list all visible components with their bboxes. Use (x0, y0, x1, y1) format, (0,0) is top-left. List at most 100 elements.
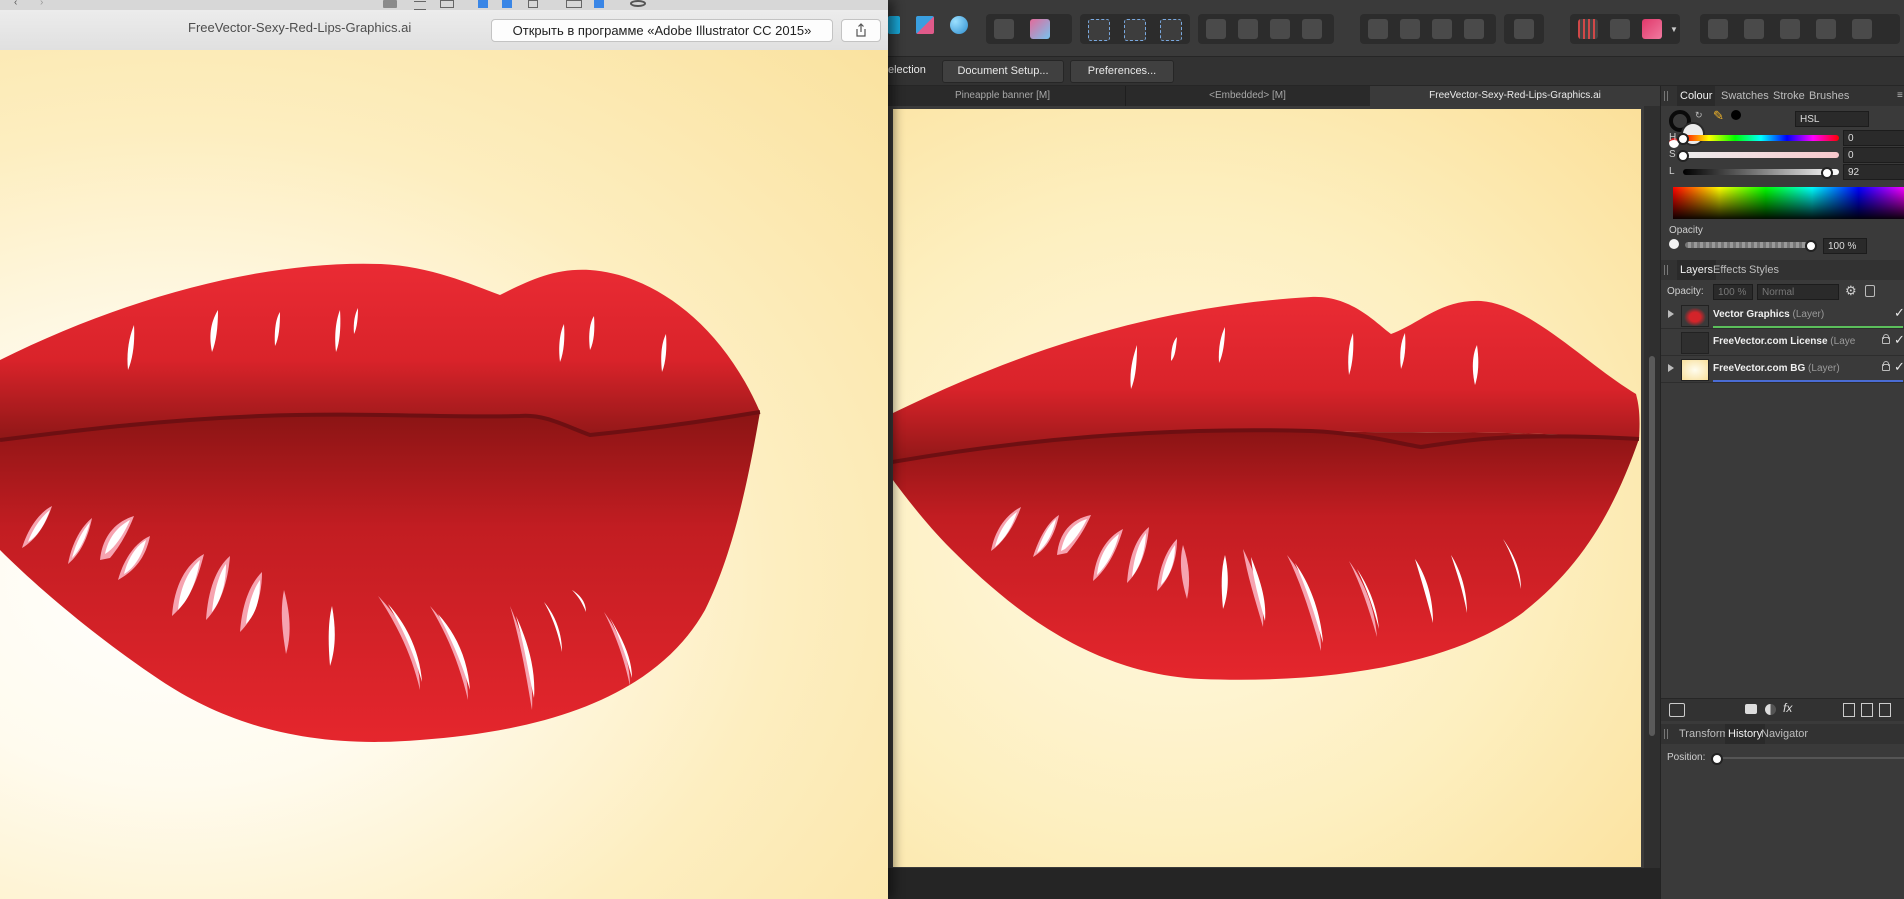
colour-mode-select[interactable]: HSL (1795, 111, 1869, 127)
rotate-left-icon[interactable] (1432, 19, 1452, 39)
saturation-slider-knob[interactable] (1677, 150, 1689, 162)
arrange-forward-icon[interactable] (1270, 19, 1290, 39)
add-pixel-layer-icon[interactable] (1861, 703, 1873, 717)
arrange-backward-icon[interactable] (1238, 19, 1258, 39)
view-columns-icon[interactable] (440, 0, 454, 8)
arrange-front-icon[interactable] (1302, 19, 1322, 39)
layer-row-license[interactable]: FreeVector.com License (Laye ✓ (1661, 329, 1904, 356)
history-position-knob[interactable] (1711, 753, 1723, 765)
add-layer-icon[interactable] (1843, 703, 1855, 717)
visibility-check-icon[interactable]: ✓ (1894, 359, 1904, 375)
scrollbar-thumb[interactable] (1649, 356, 1655, 736)
panel-menu-icon[interactable]: ≡ (1897, 90, 1903, 101)
visibility-check-icon[interactable]: ✓ (1894, 305, 1904, 321)
layers-stack-icon[interactable] (1669, 703, 1685, 717)
boolean-xor-icon[interactable] (1816, 19, 1836, 39)
lightness-value[interactable]: 92 (1843, 164, 1904, 180)
tab-styles[interactable]: Styles (1749, 260, 1779, 280)
pixel-persona-icon[interactable] (916, 16, 934, 34)
tab-swatches[interactable]: Swatches (1721, 86, 1769, 106)
view-icon-grid[interactable] (383, 0, 397, 8)
hue-slider[interactable] (1683, 135, 1839, 141)
magnet-icon[interactable] (1642, 19, 1662, 39)
export-persona-icon[interactable] (950, 16, 968, 34)
boolean-subtract-icon[interactable] (1744, 19, 1764, 39)
panel-grip-icon[interactable] (1664, 265, 1668, 275)
document-setup-button[interactable]: Document Setup... (942, 60, 1064, 83)
back-chevron-icon[interactable]: ‹ (14, 0, 17, 8)
share-button[interactable] (841, 19, 881, 42)
colour-spectrum[interactable] (1673, 187, 1904, 219)
select-inside-icon[interactable] (1124, 19, 1146, 41)
layout-left-icon[interactable] (478, 0, 488, 8)
layout-top-icon[interactable] (502, 0, 512, 8)
boolean-divide-icon[interactable] (1852, 19, 1872, 39)
layout-right-icon[interactable] (528, 0, 538, 8)
eye-icon[interactable] (630, 0, 646, 7)
layer-row-bg[interactable]: FreeVector.com BG (Layer) ✓ (1661, 356, 1904, 383)
rotate-right-icon[interactable] (1464, 19, 1484, 39)
mask-icon[interactable] (1745, 704, 1757, 714)
opacity-slider-knob[interactable] (1805, 240, 1817, 252)
adjustment-icon[interactable] (1765, 704, 1776, 715)
tab-colour[interactable]: Colour (1677, 86, 1716, 106)
flip-horizontal-icon[interactable] (1368, 19, 1388, 39)
document-canvas[interactable] (893, 109, 1641, 867)
flip-icon[interactable] (1030, 19, 1050, 39)
tab-brushes[interactable]: Brushes (1809, 86, 1849, 106)
layout-split-icon[interactable] (594, 0, 604, 8)
forward-chevron-icon[interactable]: › (40, 0, 43, 8)
tab-navigator[interactable]: Navigator (1761, 724, 1808, 744)
black-swatch[interactable] (1731, 110, 1741, 120)
snapping-options-icon[interactable] (1610, 19, 1630, 39)
snapping-grid-icon[interactable] (1578, 19, 1598, 39)
open-in-app-button[interactable]: Открыть в программе «Adobe Illustrator C… (491, 19, 833, 42)
doc-tab-lips[interactable]: FreeVector-Sexy-Red-Lips-Graphics.ai (1370, 86, 1661, 106)
tab-history[interactable]: History (1725, 724, 1766, 744)
select-group-icon[interactable] (1160, 19, 1182, 41)
canvas-area[interactable] (880, 106, 1644, 868)
fx-icon[interactable]: fx (1783, 701, 1792, 715)
boolean-intersect-icon[interactable] (1780, 19, 1800, 39)
saturation-value[interactable]: 0 (1843, 147, 1904, 163)
gear-icon[interactable]: ⚙ (1845, 283, 1857, 299)
lock-icon[interactable] (1882, 361, 1890, 371)
history-position-slider[interactable] (1713, 757, 1904, 759)
tab-transform[interactable]: Transform (1679, 724, 1729, 744)
opacity-slider[interactable] (1685, 242, 1811, 248)
tab-layers[interactable]: Layers (1677, 260, 1717, 280)
view-list-icon[interactable] (414, 1, 426, 10)
layer-opacity-input[interactable]: 100 % (1713, 284, 1753, 300)
expand-triangle-icon[interactable] (1668, 364, 1674, 372)
lips-artwork-canvas[interactable] (893, 109, 1641, 867)
pentagon-icon[interactable] (994, 19, 1014, 39)
tab-effects[interactable]: Effects (1713, 260, 1746, 280)
select-all-icon[interactable] (1088, 19, 1110, 41)
doc-tab-pineapple[interactable]: Pineapple banner [M] (880, 86, 1126, 106)
hue-value[interactable]: 0 (1843, 130, 1904, 146)
blend-mode-select[interactable]: Normal (1757, 284, 1839, 300)
preferences-button[interactable]: Preferences... (1070, 60, 1174, 83)
layout-gallery-icon[interactable] (566, 0, 582, 8)
lightness-slider-knob[interactable] (1820, 167, 1833, 179)
flip-vertical-icon[interactable] (1400, 19, 1420, 39)
lock-icon[interactable] (1882, 334, 1890, 344)
swap-colours-icon[interactable]: ↻ (1695, 110, 1703, 121)
panel-grip-icon[interactable] (1664, 729, 1668, 739)
chevron-down-icon[interactable]: ▼ (1670, 25, 1678, 34)
opacity-value[interactable]: 100 % (1823, 238, 1867, 254)
tab-stroke[interactable]: Stroke (1773, 86, 1805, 106)
hue-slider-knob[interactable] (1677, 133, 1689, 145)
lock-toggle-icon[interactable] (1865, 285, 1875, 297)
panel-grip-icon[interactable] (1664, 91, 1668, 101)
doc-tab-embedded[interactable]: <Embedded> [M] (1125, 86, 1371, 106)
persona-tool-accent[interactable] (888, 16, 900, 34)
vertical-scrollbar[interactable] (1644, 106, 1660, 868)
layer-row-vector-graphics[interactable]: Vector Graphics (Layer) ✓ (1661, 302, 1904, 329)
boolean-add-icon[interactable] (1708, 19, 1728, 39)
saturation-slider[interactable] (1683, 152, 1839, 158)
eyedropper-icon[interactable]: ✎ (1713, 108, 1724, 124)
align-icon[interactable] (1514, 19, 1534, 39)
expand-triangle-icon[interactable] (1668, 310, 1674, 318)
visibility-check-icon[interactable]: ✓ (1894, 332, 1904, 348)
